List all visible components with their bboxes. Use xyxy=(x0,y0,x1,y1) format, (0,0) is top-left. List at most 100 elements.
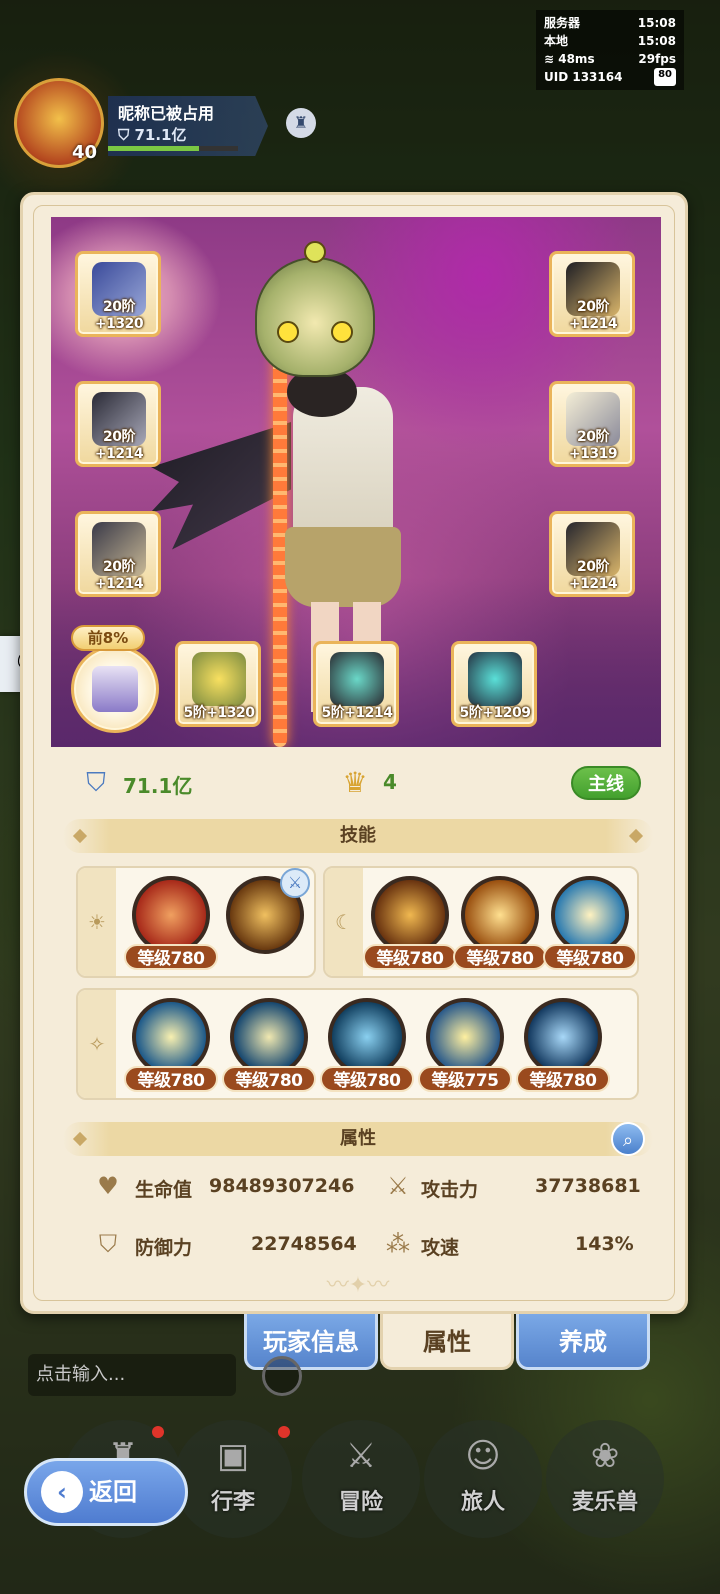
skill-slot[interactable]: 等级780 xyxy=(124,994,218,1094)
equip-level: 20阶+1214 xyxy=(94,429,144,462)
attributes-header-title: 属性 xyxy=(340,1128,376,1149)
equip-slot-weapon[interactable]: 20阶+1320 xyxy=(75,251,161,337)
def-label: 防御力 xyxy=(135,1237,193,1259)
nav-item-traveler[interactable]: ☺ 旅人 xyxy=(424,1420,542,1538)
equip-slot-pants[interactable]: 20阶+1214 xyxy=(75,511,161,597)
equip-slot-helmet[interactable]: 20阶+1214 xyxy=(549,251,635,337)
hat-antenna-eye xyxy=(304,241,326,263)
comet-skill-icon xyxy=(426,998,504,1076)
local-time: 15:08 xyxy=(637,34,676,48)
nav-item-beast[interactable]: ❀ 麦乐兽 xyxy=(546,1420,664,1538)
summary-row: ⛉ 71.1亿 ♛ 4 主线 xyxy=(51,762,661,806)
dash-skill-icon xyxy=(328,998,406,1076)
light-blade-skill-icon xyxy=(132,998,210,1076)
swirl-skill-icon xyxy=(230,998,308,1076)
equip-level: 20阶+1214 xyxy=(568,299,618,332)
tab-player-info[interactable]: 玩家信息 xyxy=(244,1314,378,1370)
attack-speed-icon: ⁂ xyxy=(386,1230,410,1258)
character-shorts xyxy=(285,527,401,607)
equip-level: 20阶+1214 xyxy=(568,559,618,592)
equip-slot-boots[interactable]: 20阶+1214 xyxy=(549,511,635,597)
mainline-button[interactable]: 主线 xyxy=(571,766,641,800)
player-power: 71.1亿 xyxy=(134,126,187,144)
skills-header-title: 技能 xyxy=(340,825,376,846)
character-scene: 20阶+1320 20阶+1214 20阶+1214 20阶+1214 20阶+… xyxy=(51,217,661,747)
accessory-level: 5阶+1320 xyxy=(183,705,255,721)
skill-level: 等级780 xyxy=(363,944,457,970)
crown-count: 4 xyxy=(383,770,397,794)
sword-badge-icon: ⚔ xyxy=(280,868,310,898)
shield-sword-icon: ⛉ xyxy=(86,768,106,798)
nav-item-luggage[interactable]: ▣ 行李 xyxy=(174,1420,292,1538)
wifi-icon: ≋ xyxy=(544,52,559,66)
summon-skill-icon xyxy=(524,998,602,1076)
tab-attributes[interactable]: 属性 xyxy=(380,1314,514,1370)
hp-value: 98489307246 xyxy=(209,1175,355,1197)
skill-slot[interactable]: 等级780 xyxy=(516,994,610,1094)
skill-slot[interactable]: 等级780 xyxy=(363,872,457,972)
monster-hat xyxy=(255,241,375,377)
skill-level: 等级780 xyxy=(453,944,547,970)
diamond-ornament xyxy=(72,1131,88,1147)
attribute-search-icon[interactable]: ⌕ xyxy=(611,1122,645,1156)
back-button[interactable]: ‹ 返回 xyxy=(24,1458,188,1526)
server-time-label: 服务器 xyxy=(544,16,581,30)
accessory-level: 5阶+1209 xyxy=(459,705,531,721)
back-label: 返回 xyxy=(89,1478,137,1506)
sun-icon: ☀ xyxy=(78,868,116,976)
burst-skill-icon xyxy=(461,876,539,954)
nav-item-adventure[interactable]: ⚔ 冒险 xyxy=(302,1420,420,1538)
skill-group-day: ☀ 等级780 ⚔ xyxy=(76,866,316,978)
accessory-slot-charm[interactable]: 5阶+1209 xyxy=(451,641,537,727)
tab-training[interactable]: 养成 xyxy=(516,1314,650,1370)
equip-level: 20阶+1214 xyxy=(94,559,144,592)
def-value: 22748564 xyxy=(251,1233,357,1255)
skill-slot[interactable]: 等级780 xyxy=(543,872,637,972)
skill-level: 等级780 xyxy=(124,944,218,970)
scroll-icon xyxy=(92,666,138,712)
skill-slot[interactable]: ⚔ xyxy=(222,868,310,972)
ring-icon xyxy=(192,652,246,706)
voice-button[interactable] xyxy=(262,1356,302,1396)
chest-icon: ▣ xyxy=(216,1436,250,1476)
skill-slot[interactable]: 等级780 xyxy=(222,994,316,1094)
crossed-swords-icon: ⚔ xyxy=(387,1172,409,1200)
network-status-overlay: 服务器 15:08 本地 15:08 ≋ 48ms 29fps UID 133164 8… xyxy=(536,10,684,90)
player-name: 昵称已被占用 xyxy=(118,104,215,123)
server-time: 15:08 xyxy=(637,16,676,30)
heart-icon: ♥ xyxy=(97,1172,119,1200)
uid: 133164 xyxy=(572,70,623,84)
artifact-slot[interactable] xyxy=(71,645,159,733)
necklace-icon xyxy=(330,652,384,706)
atk-value: 37738681 xyxy=(535,1175,641,1197)
guild-icon[interactable]: ♜ xyxy=(286,108,316,138)
skill-level: 等级780 xyxy=(124,1066,218,1092)
shield-icon: ⛉ xyxy=(118,126,135,144)
local-time-label: 本地 xyxy=(544,34,569,48)
diamond-ornament xyxy=(628,828,644,844)
equip-slot-gloves[interactable]: 20阶+1319 xyxy=(549,381,635,467)
chat-input[interactable]: 点击输入... xyxy=(28,1354,236,1396)
skill-slot[interactable]: 等级775 xyxy=(418,994,512,1094)
equip-level: 20阶+1319 xyxy=(568,429,618,462)
crown-icon: ♛ xyxy=(342,766,368,799)
skill-slot[interactable]: 等级780 xyxy=(124,872,218,972)
accessory-slot-necklace[interactable]: 5阶+1214 xyxy=(313,641,399,727)
crossed-swords-icon: ⚔ xyxy=(345,1436,377,1476)
skill-group-night: ☾ 等级780 等级780 等级780 xyxy=(323,866,639,978)
claw-skill-icon xyxy=(371,876,449,954)
skill-level: 等级775 xyxy=(418,1066,512,1092)
skill-slot[interactable]: 等级780 xyxy=(453,872,547,972)
skill-slot[interactable]: 等级780 xyxy=(320,994,414,1094)
attributes-section-header: 属性 xyxy=(63,1122,653,1156)
diamond-ornament xyxy=(72,828,88,844)
fps: 29fps xyxy=(638,52,676,66)
charm-icon xyxy=(468,652,522,706)
nav-label: 麦乐兽 xyxy=(571,1490,638,1515)
accessory-slot-ring[interactable]: 5阶+1320 xyxy=(175,641,261,727)
hat-eye-left xyxy=(277,321,299,343)
equip-slot-armor[interactable]: 20阶+1214 xyxy=(75,381,161,467)
skill-group-star: ✧ 等级780 等级780 等级780 等级775 等级780 xyxy=(76,988,639,1100)
exp-bar xyxy=(108,146,238,151)
skill-level: 等级780 xyxy=(222,1066,316,1092)
